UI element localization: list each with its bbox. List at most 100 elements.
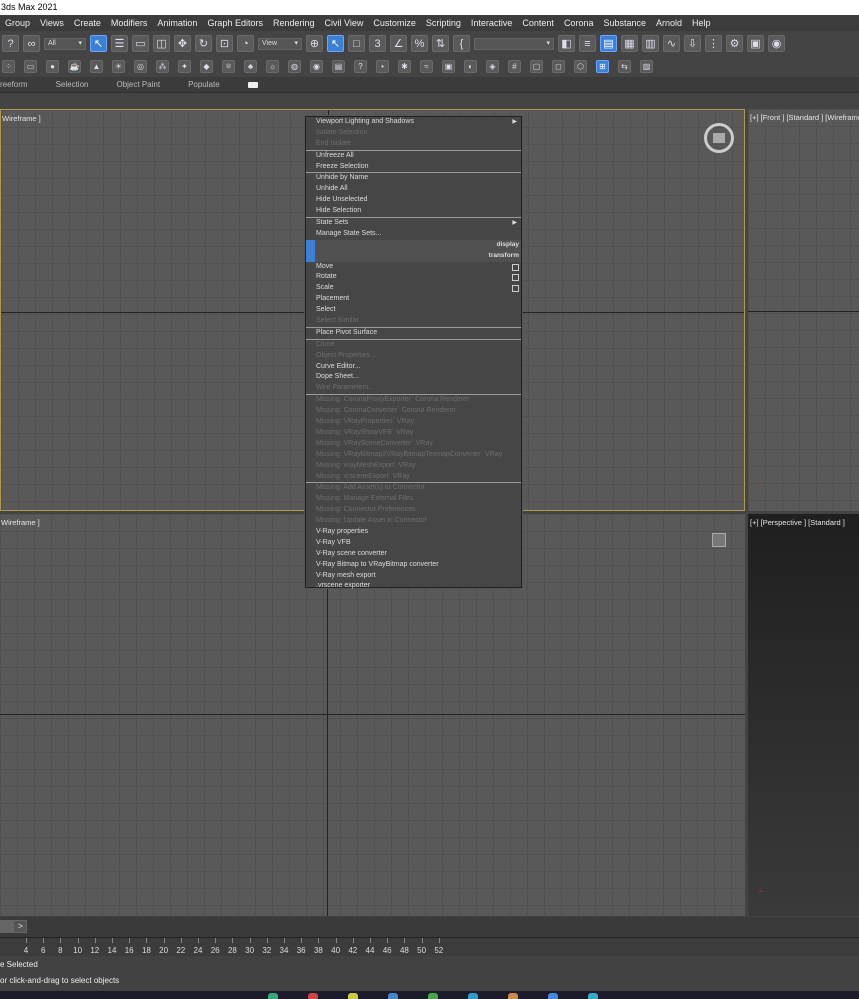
viewport-label[interactable]: Wireframe ] bbox=[2, 114, 41, 123]
menu-item-customize[interactable]: Customize bbox=[368, 15, 421, 31]
rotate-icon[interactable]: ↻ bbox=[195, 35, 212, 52]
taskbar-app-icon[interactable] bbox=[268, 993, 278, 999]
render-frame-icon[interactable]: ▣ bbox=[747, 35, 764, 52]
taskbar-app-icon[interactable] bbox=[308, 993, 318, 999]
help-icon[interactable]: ? bbox=[2, 35, 19, 52]
menu-item-curve-editor[interactable]: Curve Editor... bbox=[306, 362, 521, 373]
menu-item-help[interactable]: Help bbox=[687, 15, 716, 31]
render-icon[interactable]: ◉ bbox=[310, 60, 323, 73]
taskbar-app-icon[interactable] bbox=[348, 993, 358, 999]
menu-item-create[interactable]: Create bbox=[69, 15, 106, 31]
viewcube-icon[interactable] bbox=[704, 123, 734, 153]
render-icon[interactable]: ◉ bbox=[768, 35, 785, 52]
mirror-icon[interactable]: ◧ bbox=[558, 35, 575, 52]
ribbon-tab-reeform[interactable]: reeform bbox=[0, 80, 28, 89]
clipboard-icon[interactable]: ▤ bbox=[332, 60, 345, 73]
taskbar-app-icon[interactable] bbox=[388, 993, 398, 999]
taskbar-app-icon[interactable] bbox=[508, 993, 518, 999]
menu-item-v-ray-mesh-export[interactable]: V-Ray mesh export bbox=[306, 571, 521, 582]
ribbon-tab-selection[interactable]: Selection bbox=[56, 80, 89, 89]
selection-filter-dropdown[interactable]: All ▾ bbox=[44, 37, 86, 50]
torus-icon[interactable]: ◎ bbox=[134, 60, 147, 73]
cone-icon[interactable]: ▲ bbox=[90, 60, 103, 73]
menu-item-placement[interactable]: Placement bbox=[306, 294, 521, 305]
space-warp-icon[interactable]: ⚛ bbox=[222, 60, 235, 73]
mesh-icon[interactable]: ⬡ bbox=[574, 60, 587, 73]
render-setup-icon[interactable]: ⚙ bbox=[726, 35, 743, 52]
menu-item-animation[interactable]: Animation bbox=[152, 15, 202, 31]
layer-explorer-icon[interactable]: ▦ bbox=[621, 35, 638, 52]
ribbon-toggle-icon[interactable] bbox=[247, 81, 258, 88]
place-icon[interactable]: ◔ bbox=[237, 35, 254, 52]
settings-box-icon[interactable] bbox=[512, 285, 519, 293]
taskbar-app-icon[interactable] bbox=[548, 993, 558, 999]
menu-item-civil-view[interactable]: Civil View bbox=[320, 15, 369, 31]
select-object-icon[interactable]: ↖ bbox=[90, 35, 107, 52]
spinner-snap-icon[interactable]: ⇅ bbox=[432, 35, 449, 52]
camera-icon[interactable]: ▣ bbox=[442, 60, 455, 73]
menu-item-scripting[interactable]: Scripting bbox=[421, 15, 466, 31]
snap-icon[interactable]: 3 bbox=[369, 35, 386, 52]
menu-item-vrscene-exporter[interactable]: .vrscene exporter bbox=[306, 581, 521, 592]
sun-icon[interactable]: ☼ bbox=[266, 60, 279, 73]
menu-item-content[interactable]: Content bbox=[517, 15, 559, 31]
menu-item-rotate[interactable]: Rotate bbox=[306, 272, 521, 283]
menu-item-group[interactable]: Group bbox=[0, 15, 35, 31]
timeline-ruler[interactable]: 4 6 8 10 12 14 16 18 20 22 24 26 28 30 32 34 36 38 40 42 44 4… bbox=[0, 937, 859, 956]
menu-item-substance[interactable]: Substance bbox=[598, 15, 651, 31]
light-icon[interactable]: ☀ bbox=[112, 60, 125, 73]
viewcube-icon[interactable] bbox=[712, 533, 726, 547]
menu-item-v-ray-scene-converter[interactable]: V-Ray scene converter bbox=[306, 549, 521, 560]
teapot-icon[interactable]: ☕ bbox=[68, 60, 81, 73]
ribbon-tab-object-paint[interactable]: Object Paint bbox=[116, 80, 160, 89]
menu-item-graph-editors[interactable]: Graph Editors bbox=[202, 15, 268, 31]
time-slider[interactable]: > bbox=[0, 920, 27, 933]
menu-item-move[interactable]: Move bbox=[306, 262, 521, 273]
toggle-icon[interactable]: ⇆ bbox=[618, 60, 631, 73]
taskbar-app-icon[interactable] bbox=[588, 993, 598, 999]
menu-item-hide-unselected[interactable]: Hide Unselected bbox=[306, 195, 521, 206]
menu-item-arnold[interactable]: Arnold bbox=[651, 15, 687, 31]
pivot-icon[interactable]: ⊕ bbox=[306, 35, 323, 52]
menu-item-viewport-lighting-and-shadows[interactable]: Viewport Lighting and Shadows ▶ bbox=[306, 117, 521, 128]
ref-coord-dropdown[interactable]: View ▾ bbox=[258, 37, 302, 50]
menu-item-hide-selection[interactable]: Hide Selection bbox=[306, 206, 521, 217]
omni-icon[interactable]: ✱ bbox=[398, 60, 411, 73]
percent-snap-icon[interactable]: % bbox=[411, 35, 428, 52]
menu-item-modifiers[interactable]: Modifiers bbox=[106, 15, 153, 31]
menu-item-v-ray-bitmap-to-vraybitmap-converter[interactable]: V-Ray Bitmap to VRayBitmap converter bbox=[306, 560, 521, 571]
scene-explorer-icon[interactable]: ▤ bbox=[600, 35, 617, 52]
frame-icon[interactable]: ◻ bbox=[552, 60, 565, 73]
move-icon[interactable]: ✥ bbox=[174, 35, 191, 52]
scatter-icon[interactable]: ⁘ bbox=[2, 60, 15, 73]
viewport-label[interactable]: [+] [Front ] [Standard ] [Wireframe bbox=[750, 113, 859, 122]
help-circle-icon[interactable]: ? bbox=[354, 60, 367, 73]
menu-item-v-ray-vfb[interactable]: V-Ray VFB bbox=[306, 538, 521, 549]
settings-icon[interactable]: ◐ bbox=[464, 60, 477, 73]
keyboard-shortcut-icon[interactable]: □ bbox=[348, 35, 365, 52]
align-icon[interactable]: ≡ bbox=[579, 35, 596, 52]
flow-icon[interactable]: ≈ bbox=[420, 60, 433, 73]
curve-editor-icon[interactable]: ∿ bbox=[663, 35, 680, 52]
viewport-label[interactable]: [+] [Perspective ] [Standard ] bbox=[750, 518, 845, 527]
menu-item-scale[interactable]: Scale bbox=[306, 283, 521, 294]
particle-icon[interactable]: ⁂ bbox=[156, 60, 169, 73]
link-icon[interactable]: ∞ bbox=[23, 35, 40, 52]
menu-item-freeze-selection[interactable]: Freeze Selection bbox=[306, 162, 521, 173]
menu-item-v-ray-properties[interactable]: V-Ray properties bbox=[306, 527, 521, 538]
material-icon[interactable]: ◍ bbox=[288, 60, 301, 73]
grid-icon[interactable]: # bbox=[508, 60, 521, 73]
viewport-front[interactable]: [+] [Front ] [Standard ] [Wireframe ⊥ bbox=[748, 109, 859, 511]
schematic-icon[interactable]: ⇩ bbox=[684, 35, 701, 52]
menu-item-rendering[interactable]: Rendering bbox=[268, 15, 320, 31]
menu-item-corona[interactable]: Corona bbox=[559, 15, 599, 31]
menu-item-manage-state-sets[interactable]: Manage State Sets... bbox=[306, 229, 521, 240]
viewport-perspective[interactable]: [+] [Perspective ] [Standard ] ⊥ bbox=[748, 514, 859, 916]
scale-icon[interactable]: ⊡ bbox=[216, 35, 233, 52]
taskbar-app-icon[interactable] bbox=[468, 993, 478, 999]
viewport-label[interactable]: Wireframe ] bbox=[1, 518, 40, 527]
window-crossing-icon[interactable]: ◫ bbox=[153, 35, 170, 52]
ribbon-icon[interactable]: ▥ bbox=[642, 35, 659, 52]
menu-item-dope-sheet[interactable]: Dope Sheet... bbox=[306, 372, 521, 383]
physics-icon[interactable]: ✦ bbox=[178, 60, 191, 73]
